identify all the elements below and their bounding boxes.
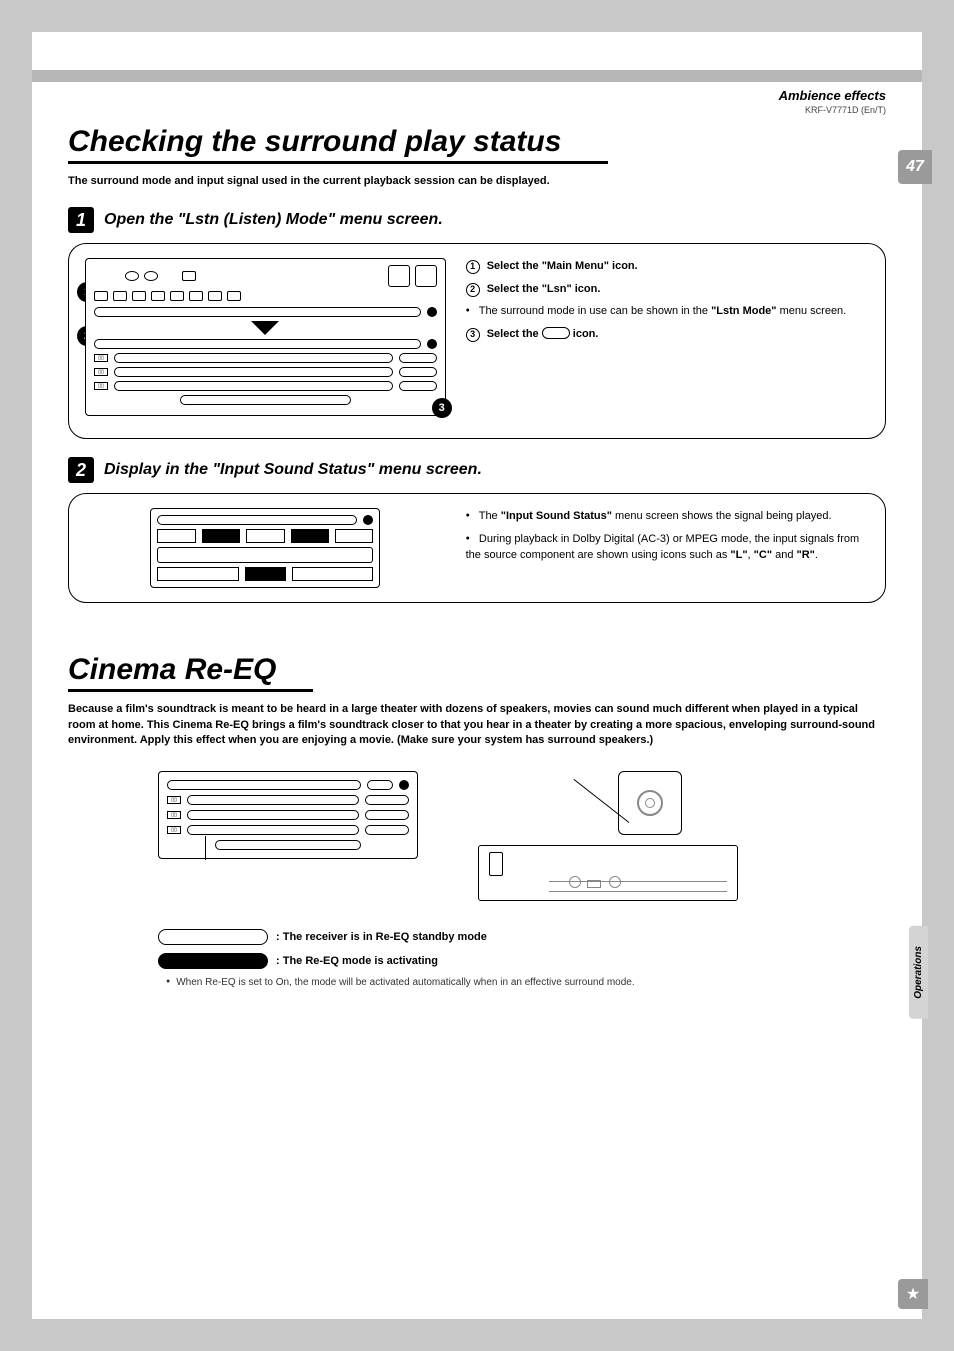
list-row-2	[114, 367, 393, 377]
step-1-badge: 1	[68, 207, 94, 233]
source-icon-5	[170, 291, 184, 301]
list-row-4	[180, 395, 351, 405]
source-icon-1	[94, 291, 108, 301]
reeq-row-4	[215, 840, 360, 850]
step2-note-1: The "Input Sound Status" menu screen sho…	[466, 508, 869, 525]
input-sound-status-screen	[150, 508, 380, 588]
receiver-body	[478, 845, 738, 901]
signal-cell-7	[245, 567, 287, 581]
button-icon	[542, 327, 570, 339]
legend-chip-standby	[158, 929, 268, 945]
reeq-menu-screen: ▯▯ ▯▯ ▯▯	[158, 771, 418, 859]
screen2-cursor-dot	[363, 515, 373, 525]
placeholder-square-1	[388, 265, 410, 287]
lead-paragraph-1: The surround mode and input signal used …	[68, 174, 886, 189]
reeq-legend: : The receiver is in Re-EQ standby mode …	[158, 929, 886, 988]
source-icon-7	[208, 291, 222, 301]
list-row-1	[114, 353, 393, 363]
legend-note: When Re-EQ is set to On, the mode will b…	[158, 977, 886, 988]
source-icon-2	[113, 291, 127, 301]
legend-chip-active	[158, 953, 268, 969]
signal-cell-4	[291, 529, 329, 543]
dial-icon	[637, 790, 663, 816]
reeq-row-1	[187, 795, 359, 805]
input-field-cell	[157, 547, 373, 563]
menu-screen-main: ▯▯ ▯▯ ▯▯	[85, 258, 446, 416]
leader-line	[205, 836, 206, 860]
value-pill-2	[399, 367, 437, 377]
receiver-diagram	[478, 771, 738, 901]
side-tab-operations: Operations	[909, 926, 928, 1019]
reeq-subtitle-pill	[367, 780, 393, 790]
number-3-icon: 3	[466, 328, 480, 342]
step-2-panel: The "Input Sound Status" menu screen sho…	[68, 493, 886, 603]
number-1-icon: 1	[466, 260, 480, 274]
placeholder-square-2	[415, 265, 437, 287]
receiver-knob-2	[609, 876, 621, 888]
reeq-title-bar	[167, 780, 361, 790]
dolby-icon-3: ▯▯	[94, 382, 108, 390]
step-1-title: Open the "Lstn (Listen) Mode" menu scree…	[104, 211, 443, 229]
dolby-icon-1: ▯▯	[94, 354, 108, 362]
disc-icon	[125, 271, 139, 281]
reeq-pill-3	[365, 825, 409, 835]
legend-active-text: : The Re-EQ mode is activating	[276, 955, 438, 967]
list-row-3	[114, 381, 393, 391]
signal-cell-6	[157, 567, 238, 581]
source-icon-4	[151, 291, 165, 301]
source-icon-8	[227, 291, 241, 301]
reeq-cursor-dot	[399, 780, 409, 790]
cursor-dot-2	[427, 339, 437, 349]
step-2-title: Display in the "Input Sound Status" menu…	[104, 461, 482, 479]
signal-cell-3	[246, 529, 284, 543]
cursor-dot-1	[427, 307, 437, 317]
dolby-icon-2: ▯▯	[94, 368, 108, 376]
reeq-dolby-icon-1: ▯▯	[167, 796, 181, 804]
source-icon-6	[189, 291, 203, 301]
globe-icon	[144, 271, 158, 281]
step2-note-2: During playback in Dolby Digital (AC-3) …	[466, 531, 869, 564]
page-title-1: Checking the surround play status	[68, 125, 608, 164]
step1-note: The surround mode in use can be shown in…	[466, 303, 869, 320]
step1-instruction-3: 3 Select the icon.	[466, 326, 869, 343]
receiver-line-2	[549, 891, 727, 892]
dial-callout	[618, 771, 682, 835]
pointer-3-icon: 3	[432, 398, 452, 418]
page-number-badge: 47	[898, 150, 932, 184]
screen2-title-bar	[157, 515, 357, 525]
source-icon-3	[132, 291, 146, 301]
header-divider	[32, 70, 922, 82]
lead-paragraph-2: Because a film's soundtrack is meant to …	[68, 702, 886, 748]
step1-instruction-1: 1 Select the "Main Menu" icon.	[466, 258, 869, 275]
number-2-icon: 2	[466, 283, 480, 297]
reeq-pill-1	[365, 795, 409, 805]
star-icon: ★	[898, 1279, 928, 1309]
signal-cell-5	[335, 529, 373, 543]
receiver-knob-1	[569, 876, 581, 888]
value-pill-1	[399, 353, 437, 363]
step1-instruction-2: 2 Select the "Lsn" icon.	[466, 281, 869, 298]
receiver-button	[587, 880, 601, 888]
receiver-slot	[489, 852, 503, 876]
page-title-2: Cinema Re-EQ	[68, 653, 313, 692]
reeq-dolby-icon-2: ▯▯	[167, 811, 181, 819]
signal-cell-8	[292, 567, 373, 581]
legend-standby-text: : The receiver is in Re-EQ standby mode	[276, 931, 487, 943]
step-2-badge: 2	[68, 457, 94, 483]
input-row-2	[94, 339, 421, 349]
value-pill-3	[399, 381, 437, 391]
reeq-row-2	[187, 810, 359, 820]
step-1-panel: 1 2	[68, 243, 886, 439]
arrow-down-icon	[251, 321, 279, 335]
reeq-dolby-icon-3: ▯▯	[167, 826, 181, 834]
reeq-pill-2	[365, 810, 409, 820]
reeq-row-3	[187, 825, 359, 835]
input-row-1	[94, 307, 421, 317]
signal-cell-2	[202, 529, 240, 543]
model-label: KRF-V7771D (En/T)	[68, 105, 886, 115]
section-label: Ambience effects	[68, 88, 886, 103]
cassette-icon	[182, 271, 196, 281]
signal-cell-1	[157, 529, 195, 543]
